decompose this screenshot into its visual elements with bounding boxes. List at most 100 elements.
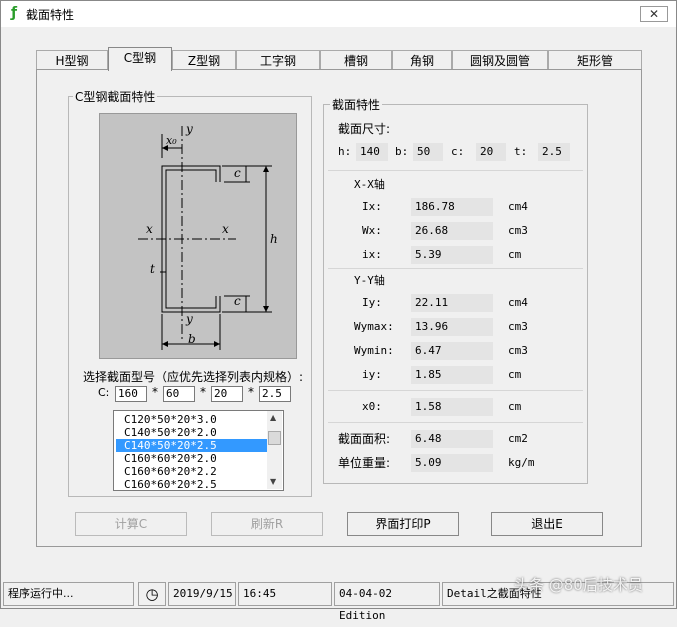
window-title: 截面特性 xyxy=(26,8,75,22)
dim-c-value: 20 xyxy=(476,143,506,161)
tab-z-steel[interactable]: Z型钢 xyxy=(172,50,236,70)
list-item[interactable]: C120*50*20*3.0 xyxy=(116,413,268,426)
wx-label: Wx: xyxy=(362,224,382,237)
status-edition: 04-04-02 Edition xyxy=(334,582,440,622)
c-section-drawing xyxy=(138,126,272,350)
close-button[interactable]: ✕ xyxy=(640,6,668,22)
wymin-unit: cm3 xyxy=(508,344,528,357)
area-unit: cm2 xyxy=(508,432,528,445)
c-label-top: c xyxy=(234,166,241,180)
wymin-label: Wymin: xyxy=(354,344,394,357)
rx-value: 5.39 xyxy=(411,246,493,264)
dim-separator: * xyxy=(248,385,254,399)
rx-label: ix: xyxy=(362,248,382,261)
dim-b-label: b: xyxy=(395,145,409,158)
list-item[interactable]: C160*60*20*2.5 xyxy=(116,478,268,490)
tab-angle[interactable]: 角钢 xyxy=(392,50,452,70)
divider xyxy=(328,268,583,269)
ix-label: Ix: xyxy=(362,200,382,213)
dim-separator: * xyxy=(152,385,158,399)
status-time: 16:45 xyxy=(238,582,332,606)
dim-t-label: t: xyxy=(514,145,528,158)
y-axis-label-bottom: y xyxy=(186,312,193,326)
rx-unit: cm xyxy=(508,248,522,261)
iy-unit: cm4 xyxy=(508,296,528,309)
weight-unit: kg/m xyxy=(508,456,535,469)
dim-separator: * xyxy=(200,385,206,399)
c-section-group-label: C型钢截面特性 xyxy=(73,88,158,105)
status-date: 2019/9/15 xyxy=(168,582,236,606)
dim-b-value: 50 xyxy=(413,143,443,161)
section-size-label: 截面尺寸: xyxy=(338,122,391,136)
watermark: 头条 @80后技术员 xyxy=(514,576,643,594)
ix-value: 186.78 xyxy=(411,198,493,216)
dim-t-input[interactable]: 2.5 xyxy=(259,386,291,402)
tab-h-steel[interactable]: H型钢 xyxy=(36,50,108,70)
dim-b-input[interactable]: 60 xyxy=(163,386,195,402)
x0-value: 1.58 xyxy=(411,398,493,416)
wymax-label: Wymax: xyxy=(354,320,394,333)
tab-i-beam[interactable]: 工字钢 xyxy=(236,50,320,70)
status-running: 程序运行中... xyxy=(3,582,134,606)
iy-label: Iy: xyxy=(362,296,382,309)
y-axis-label-top: y xyxy=(186,122,193,136)
x-axis-label-left: x xyxy=(146,222,153,236)
dim-t-value: 2.5 xyxy=(538,143,570,161)
ry-label: iy: xyxy=(362,368,382,381)
ix-unit: cm4 xyxy=(508,200,528,213)
clock-icon: ◷ xyxy=(138,582,166,606)
dim-c-label: c: xyxy=(451,145,465,158)
tab-channel[interactable]: 槽钢 xyxy=(320,50,392,70)
b-label: b xyxy=(188,332,196,346)
list-scrollbar[interactable]: ▲ ▼ xyxy=(267,411,282,489)
ry-unit: cm xyxy=(508,368,522,381)
t-label: t xyxy=(150,262,155,276)
yy-axis-title: Y-Y轴 xyxy=(354,274,385,287)
list-item[interactable]: C140*50*20*2.0 xyxy=(116,426,268,439)
refresh-button[interactable]: 刷新R xyxy=(211,512,323,536)
dims-prefix: C: xyxy=(98,386,110,399)
title-bar xyxy=(1,1,676,27)
wymax-unit: cm3 xyxy=(508,320,528,333)
exit-button[interactable]: 退出E xyxy=(491,512,603,536)
ry-value: 1.85 xyxy=(411,366,493,384)
x0-label: x₀ xyxy=(166,134,177,147)
dim-h-value: 140 xyxy=(356,143,388,161)
c-label-bottom: c xyxy=(234,294,241,308)
x-axis-label-right: x xyxy=(222,222,229,236)
calculate-button[interactable]: 计算C xyxy=(75,512,187,536)
scroll-down-icon[interactable]: ▼ xyxy=(270,477,276,486)
properties-group-label: 截面特性 xyxy=(330,96,383,113)
dim-h-input[interactable]: 160 xyxy=(115,386,147,402)
section-diagram: y x₀ c x x h t c y b xyxy=(99,113,297,359)
list-item-selected[interactable]: C140*50*20*2.5 xyxy=(116,439,268,452)
divider xyxy=(328,390,583,391)
xx-axis-title: X-X轴 xyxy=(354,178,385,191)
print-screen-button[interactable]: 界面打印P xyxy=(347,512,459,536)
area-label: 截面面积: xyxy=(338,432,391,446)
app-icon: ƒ xyxy=(10,5,18,21)
scroll-thumb[interactable] xyxy=(268,431,281,445)
list-item[interactable]: C160*60*20*2.0 xyxy=(116,452,268,465)
weight-value: 5.09 xyxy=(411,454,493,472)
h-label: h xyxy=(270,232,278,246)
list-item[interactable]: C160*60*20*2.2 xyxy=(116,465,268,478)
wymax-value: 13.96 xyxy=(411,318,493,336)
x0-value-label: x0: xyxy=(362,400,382,413)
divider xyxy=(328,170,583,171)
tab-c-steel[interactable]: C型钢 xyxy=(108,47,172,71)
area-value: 6.48 xyxy=(411,430,493,448)
wx-unit: cm3 xyxy=(508,224,528,237)
scroll-up-icon[interactable]: ▲ xyxy=(270,413,276,422)
iy-value: 22.11 xyxy=(411,294,493,312)
dim-c-input[interactable]: 20 xyxy=(211,386,243,402)
tab-rect-tube[interactable]: 矩形管 xyxy=(548,50,642,70)
section-listbox[interactable]: C120*50*20*3.0 C140*50*20*2.0 C140*50*20… xyxy=(113,410,284,491)
dim-h-label: h: xyxy=(338,145,352,158)
divider xyxy=(328,422,583,423)
tab-round[interactable]: 圆钢及圆管 xyxy=(452,50,548,70)
x0-unit: cm xyxy=(508,400,522,413)
select-section-label: 选择截面型号（应优先选择列表内规格）: xyxy=(83,370,304,384)
wymin-value: 6.47 xyxy=(411,342,493,360)
wx-value: 26.68 xyxy=(411,222,493,240)
